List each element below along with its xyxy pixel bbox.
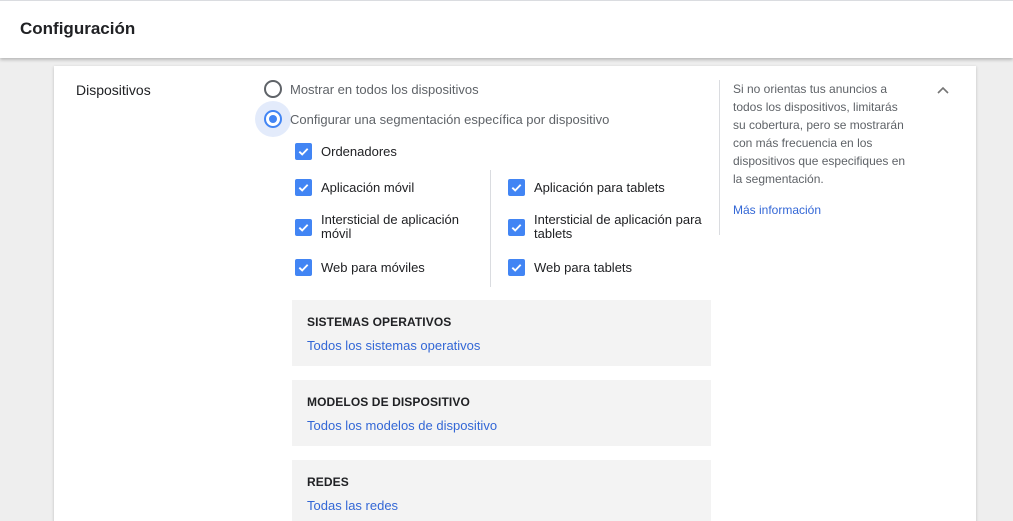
- checkbox-checked-icon: [508, 179, 525, 196]
- panel-title: MODELOS DE DISPOSITIVO: [307, 395, 470, 409]
- panel-title: REDES: [307, 475, 349, 489]
- checkbox-checked-icon: [508, 218, 525, 236]
- checkbox-checked-icon: [295, 179, 312, 196]
- checkbox-checked-icon: [508, 259, 525, 276]
- checkbox-tablet-interstitial[interactable]: Intersticial de aplicación para tablets: [508, 213, 708, 241]
- page-title: Configuración: [20, 19, 136, 38]
- learn-more-link[interactable]: Más información: [733, 203, 821, 217]
- checkbox-desktop[interactable]: Ordenadores: [295, 143, 397, 160]
- checkbox-tablet-app[interactable]: Aplicación para tablets: [508, 179, 665, 196]
- checkbox-checked-icon: [295, 143, 312, 160]
- networks-link[interactable]: Todas las redes: [307, 498, 398, 513]
- radio-specific-devices[interactable]: Configurar una segmentación específica p…: [255, 101, 610, 137]
- radio-all-devices-label: Mostrar en todos los dispositivos: [290, 81, 479, 97]
- radio-unselected-icon: [264, 80, 282, 98]
- panel-networks: REDES Todas las redes: [292, 460, 711, 521]
- device-models-link[interactable]: Todos los modelos de dispositivo: [307, 418, 497, 433]
- help-divider: [719, 80, 720, 235]
- checkbox-mobile-interstitial[interactable]: Intersticial de aplicación móvil: [295, 213, 475, 241]
- operating-systems-link[interactable]: Todos los sistemas operativos: [307, 338, 480, 353]
- radio-selected-icon: [264, 110, 282, 128]
- checkbox-checked-icon: [295, 259, 312, 276]
- page-header: Configuración: [0, 0, 1013, 58]
- checkbox-mobile-app[interactable]: Aplicación móvil: [295, 179, 414, 196]
- column-divider: [490, 170, 491, 287]
- devices-settings-card: Dispositivos Mostrar en todos los dispos…: [54, 66, 976, 521]
- section-label: Dispositivos: [76, 82, 151, 98]
- panel-operating-systems: SISTEMAS OPERATIVOS Todos los sistemas o…: [292, 300, 711, 366]
- radio-specific-devices-label: Configurar una segmentación específica p…: [290, 111, 610, 127]
- checkbox-tablet-web[interactable]: Web para tablets: [508, 259, 632, 276]
- panel-device-models: MODELOS DE DISPOSITIVO Todos los modelos…: [292, 380, 711, 446]
- checkbox-checked-icon: [295, 218, 312, 236]
- collapse-button[interactable]: [933, 82, 953, 98]
- help-text: Si no orientas tus anuncios a todos los …: [733, 82, 906, 186]
- chevron-up-icon: [937, 86, 949, 94]
- panel-title: SISTEMAS OPERATIVOS: [307, 315, 452, 329]
- checkbox-mobile-web[interactable]: Web para móviles: [295, 259, 425, 276]
- radio-all-devices[interactable]: Mostrar en todos los dispositivos: [264, 78, 479, 100]
